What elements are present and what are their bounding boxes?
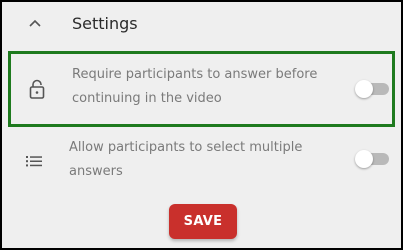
list-icon (26, 156, 42, 167)
toggle-knob (355, 150, 373, 168)
save-button[interactable]: SAVE (169, 204, 237, 239)
chevron-up-icon[interactable] (28, 18, 42, 28)
lock-icon (29, 79, 45, 99)
setting-label: Allow participants to select multiple an… (69, 140, 303, 179)
settings-panel: Settings Require participants to answer … (0, 0, 403, 250)
settings-header[interactable]: Settings (2, 2, 401, 46)
require-answer-toggle[interactable] (355, 80, 389, 98)
setting-multiple-answers: Allow participants to select multiple an… (8, 128, 395, 194)
setting-label: Require participants to answer before co… (72, 67, 318, 106)
setting-require-answer: Require participants to answer before co… (8, 51, 395, 127)
multiple-answers-toggle[interactable] (355, 150, 389, 168)
toggle-knob (355, 80, 373, 98)
settings-title: Settings (72, 14, 138, 33)
